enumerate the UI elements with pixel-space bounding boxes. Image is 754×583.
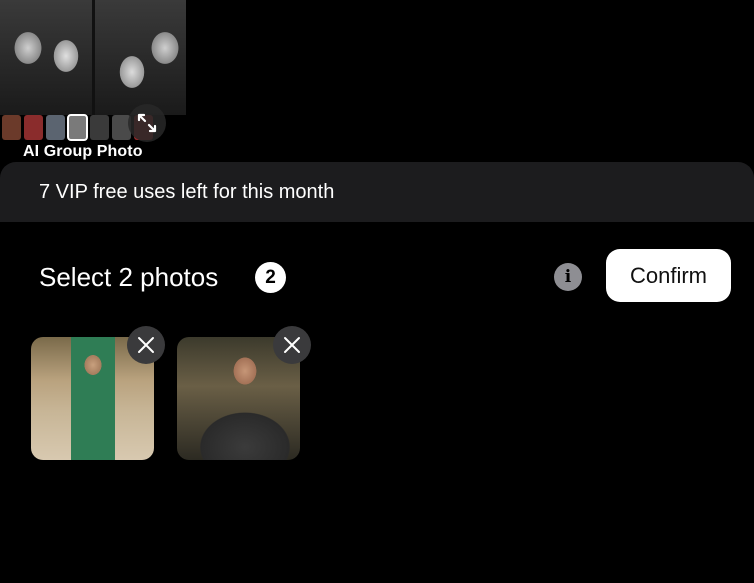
- strip-thumbnail[interactable]: [46, 115, 65, 140]
- selection-header: Select 2 photos 2 i Confirm: [0, 249, 754, 303]
- remove-photo-button[interactable]: [127, 326, 165, 364]
- template-title: AI Group Photo: [23, 143, 143, 160]
- expand-icon: [137, 113, 157, 133]
- strip-thumbnail[interactable]: [2, 115, 21, 140]
- confirm-button[interactable]: Confirm: [606, 249, 731, 302]
- close-icon: [138, 337, 154, 353]
- expand-button[interactable]: [128, 104, 166, 142]
- selected-photos: [0, 326, 754, 467]
- strip-thumbnail-selected[interactable]: [67, 114, 88, 141]
- photo-strip-divider: [92, 0, 95, 115]
- selected-count-badge: 2: [255, 262, 286, 293]
- vip-uses-text: 7 VIP free uses left for this month: [39, 180, 335, 203]
- close-icon: [284, 337, 300, 353]
- select-photos-title: Select 2 photos: [39, 262, 219, 292]
- strip-thumbnail[interactable]: [24, 115, 43, 140]
- vip-uses-banner: 7 VIP free uses left for this month: [0, 162, 754, 222]
- remove-photo-button[interactable]: [273, 326, 311, 364]
- strip-thumbnail[interactable]: [90, 115, 109, 140]
- photo-selection-sheet: 7 VIP free uses left for this month Sele…: [0, 162, 754, 583]
- template-preview[interactable]: AI Group Photo: [0, 0, 186, 162]
- info-icon[interactable]: i: [554, 263, 582, 291]
